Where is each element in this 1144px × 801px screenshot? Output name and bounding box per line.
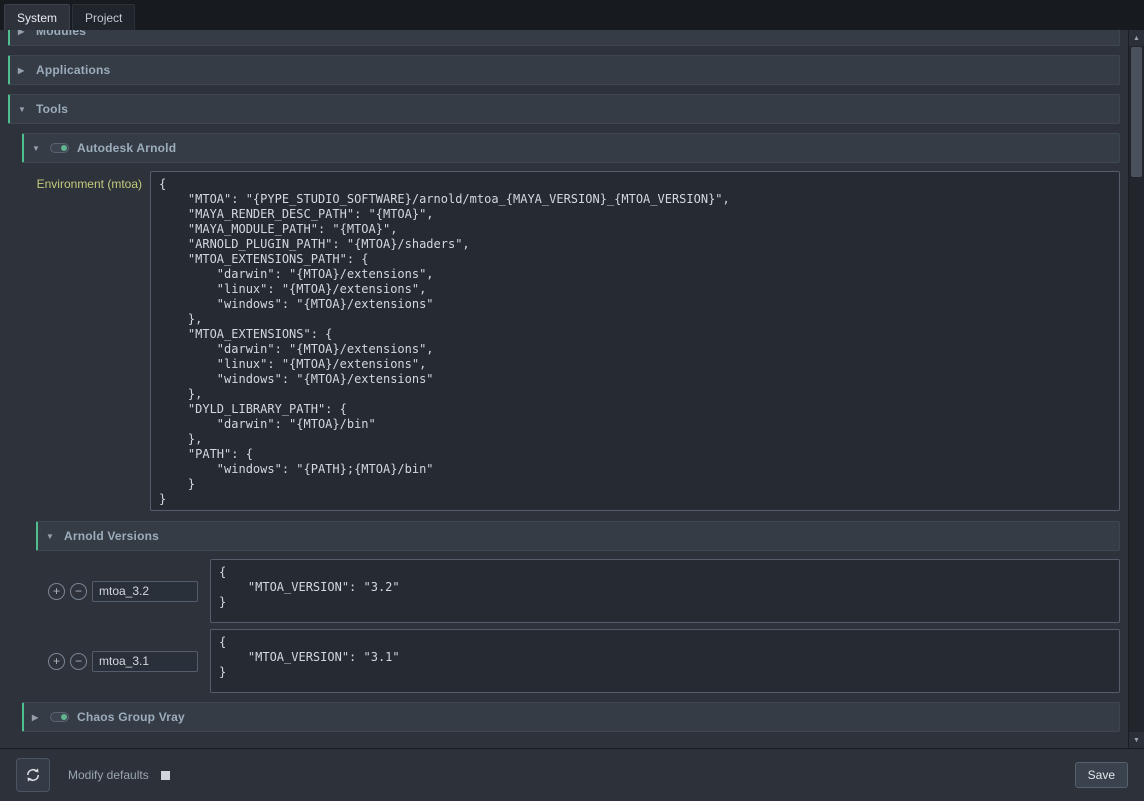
footer-bar: Modify defaults Save	[0, 748, 1144, 801]
scrollbar-thumb[interactable]	[1131, 47, 1142, 177]
chevron-down-icon: ▼	[18, 105, 28, 114]
save-button[interactable]: Save	[1075, 762, 1128, 788]
version-name-input[interactable]	[92, 651, 198, 672]
section-label: Applications	[36, 63, 110, 77]
environment-label: Environment (mtoa)	[22, 171, 150, 191]
section-label: Autodesk Arnold	[77, 141, 176, 155]
version-item: + − { "MTOA_VERSION": "3.2" }	[48, 559, 1120, 623]
chevron-right-icon: ▶	[32, 713, 42, 722]
section-header-applications[interactable]: ▶ Applications	[8, 55, 1120, 85]
tab-project[interactable]: Project	[72, 4, 135, 30]
version-item: + − { "MTOA_VERSION": "3.1" }	[48, 629, 1120, 693]
environment-mtoa-input[interactable]: { "MTOA": "{PYPE_STUDIO_SOFTWARE}/arnold…	[150, 171, 1120, 511]
enabled-toggle[interactable]	[50, 143, 69, 153]
chevron-down-icon: ▼	[46, 532, 56, 541]
refresh-icon	[24, 766, 42, 784]
chevron-right-icon: ▶	[18, 66, 28, 75]
enabled-toggle[interactable]	[50, 712, 69, 722]
section-label: Tools	[36, 102, 68, 116]
section-header-chaos-group-vray[interactable]: ▶ Chaos Group Vray	[22, 702, 1120, 732]
version-name-input[interactable]	[92, 581, 198, 602]
refresh-button[interactable]	[16, 758, 50, 792]
section-header-autodesk-arnold[interactable]: ▼ Autodesk Arnold	[22, 133, 1120, 163]
remove-version-button[interactable]: −	[70, 653, 87, 670]
section-label: Modules	[36, 30, 86, 38]
chevron-right-icon: ▶	[18, 30, 28, 36]
tab-system[interactable]: System	[4, 4, 70, 30]
version-controls: + −	[48, 651, 210, 672]
version-env-input[interactable]: { "MTOA_VERSION": "3.1" }	[210, 629, 1120, 693]
settings-window: System Project ▶ Modules ▶ Applications …	[0, 0, 1144, 801]
version-controls: + −	[48, 581, 210, 602]
scroll-up-button[interactable]: ▲	[1129, 30, 1144, 46]
modify-defaults-label: Modify defaults	[68, 768, 149, 782]
scroll-down-button[interactable]: ▼	[1129, 732, 1144, 748]
settings-scroll-area: ▶ Modules ▶ Applications ▼ Tools ▼ Autod…	[8, 30, 1120, 748]
environment-row: Environment (mtoa) { "MTOA": "{PYPE_STUD…	[22, 171, 1120, 511]
remove-version-button[interactable]: −	[70, 583, 87, 600]
section-label: Arnold Versions	[64, 529, 159, 543]
version-env-input[interactable]: { "MTOA_VERSION": "3.2" }	[210, 559, 1120, 623]
modify-defaults-checkbox[interactable]	[161, 771, 170, 780]
scrollbar[interactable]: ▲ ▼	[1128, 30, 1144, 748]
section-header-modules[interactable]: ▶ Modules	[8, 30, 1120, 46]
settings-content: ▶ Modules ▶ Applications ▼ Tools ▼ Autod…	[0, 30, 1144, 748]
add-version-button[interactable]: +	[48, 583, 65, 600]
section-label: Chaos Group Vray	[77, 710, 185, 724]
add-version-button[interactable]: +	[48, 653, 65, 670]
tab-bar: System Project	[0, 0, 1144, 30]
chevron-down-icon: ▼	[32, 144, 42, 153]
section-header-arnold-versions[interactable]: ▼ Arnold Versions	[36, 521, 1120, 551]
section-header-tools[interactable]: ▼ Tools	[8, 94, 1120, 124]
